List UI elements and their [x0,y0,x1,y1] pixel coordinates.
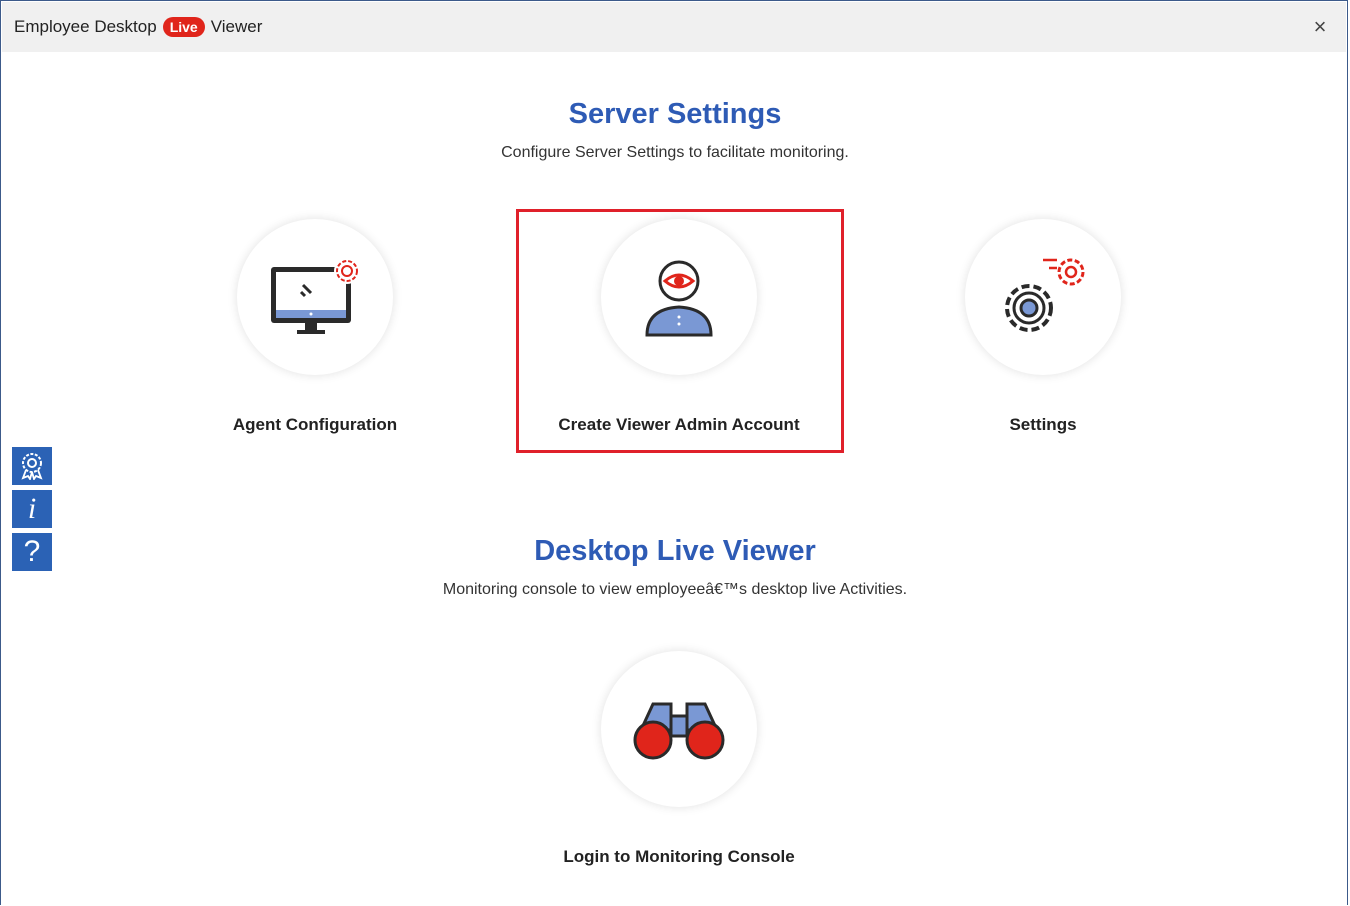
settings-circle[interactable] [965,219,1121,375]
title-bar: Employee Desktop Live Viewer × [2,2,1346,52]
window-title: Employee Desktop Live Viewer [14,17,262,37]
close-button[interactable]: × [1308,15,1332,39]
agent-configuration-circle[interactable] [237,219,393,375]
user-eye-icon [645,260,713,337]
binoculars-icon [633,702,725,760]
settings-label: Settings [1009,415,1077,434]
award-button[interactable] [12,447,52,485]
monitor-gear-icon [271,258,360,334]
login-monitoring-console-label: Login to Monitoring Console [563,847,795,866]
agent-configuration-tile[interactable]: Agent Configuration [155,219,475,435]
login-monitoring-console-circle[interactable] [601,651,757,807]
agent-configuration-label: Agent Configuration [232,415,398,434]
title-suffix: Viewer [210,17,263,36]
create-viewer-admin-label: Create Viewer Admin Account [558,415,800,434]
help-icon: ? [23,535,41,568]
server-settings-title: Server Settings [568,98,782,130]
desktop-live-viewer-subtitle: Monitoring console to view employeeâ€™s … [442,581,908,598]
create-viewer-admin-tile[interactable]: Create Viewer Admin Account [519,219,839,435]
help-button[interactable]: ? [12,533,52,571]
server-settings-subtitle: Configure Server Settings to facilitate … [501,144,849,161]
create-viewer-admin-circle[interactable] [601,219,757,375]
gears-icon [1005,258,1085,332]
award-icon [21,453,43,480]
live-badge: Live [162,17,205,37]
info-icon: i [27,492,37,525]
login-monitoring-console-tile[interactable]: Login to Monitoring Console [519,651,839,867]
close-icon: × [1313,14,1327,39]
title-prefix: Employee Desktop [14,17,157,36]
settings-tile[interactable]: Settings [883,219,1203,435]
info-button[interactable]: i [12,490,52,528]
desktop-live-viewer-title: Desktop Live Viewer [534,535,816,567]
